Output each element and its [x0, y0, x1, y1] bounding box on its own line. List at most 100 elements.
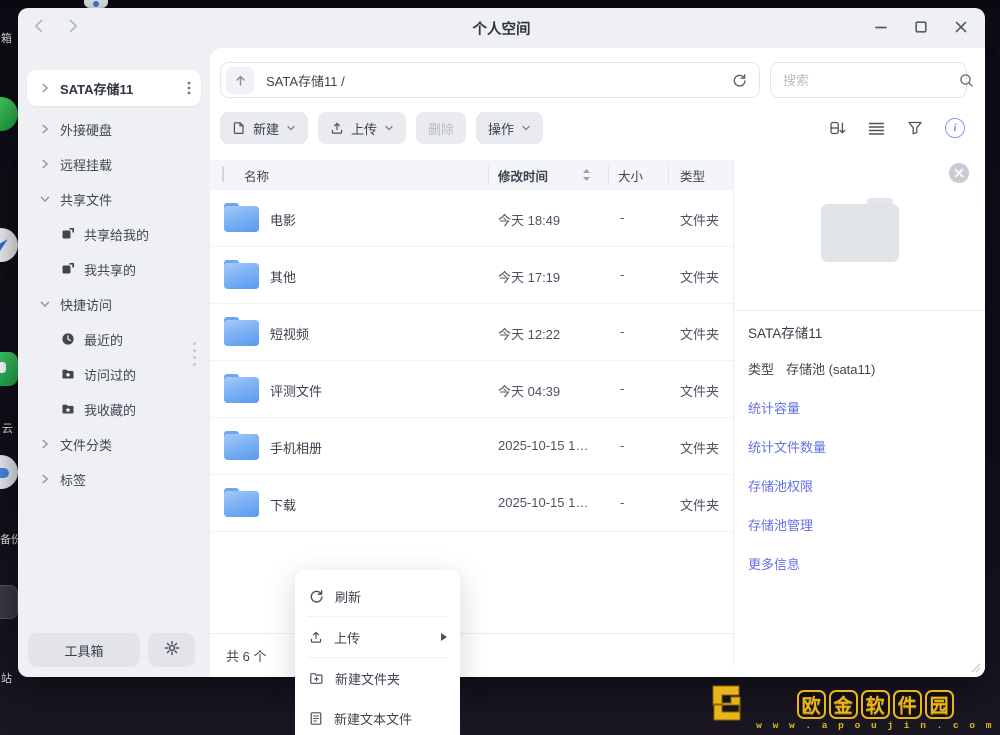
- desktop-app-icon-green[interactable]: [0, 97, 18, 131]
- table-row[interactable]: 评测文件 今天 04:39 - 文件夹: [210, 361, 733, 418]
- file-name[interactable]: 电影: [270, 210, 296, 229]
- watermark-char: 件: [892, 690, 922, 719]
- menu-item-new-folder[interactable]: 新建文件夹: [295, 658, 460, 698]
- folder-plus-icon: [309, 671, 324, 686]
- link-pool-permissions[interactable]: 存储池权限: [748, 476, 975, 495]
- desktop-cloud-icon[interactable]: [0, 455, 18, 489]
- chevron-right-icon: [39, 473, 51, 485]
- menu-item-label: 新建文件夹: [335, 671, 401, 687]
- menu-item-refresh[interactable]: 刷新: [295, 576, 460, 616]
- upload-icon: [330, 121, 344, 135]
- info-type-value: 存储池 (sata11): [786, 362, 876, 377]
- panel-close-button[interactable]: [949, 163, 969, 183]
- sidebar-item-label: 快捷访问: [60, 297, 113, 313]
- new-file-icon: [232, 121, 246, 135]
- sidebar-item-quick-access[interactable]: 快捷访问: [27, 289, 201, 319]
- file-name[interactable]: 其他: [270, 267, 296, 286]
- actions-button[interactable]: 操作: [476, 112, 544, 144]
- gear-icon: [164, 640, 180, 661]
- desktop-terminal-icon[interactable]: [0, 585, 18, 619]
- info-panel: SATA存储11 类型 存储池 (sata11) 统计容量 统计文件数量 存储池…: [734, 160, 985, 677]
- header-name[interactable]: 名称: [244, 166, 269, 185]
- menu-item-upload[interactable]: 上传: [295, 617, 460, 657]
- window-title: 个人空间: [472, 21, 531, 38]
- item-count: 共 6 个: [226, 649, 267, 664]
- file-modified: 今天 17:19: [498, 270, 561, 285]
- header-modified[interactable]: 修改时间: [498, 166, 548, 185]
- sidebar-item-shared-files[interactable]: 共享文件: [27, 184, 201, 214]
- search-input[interactable]: [783, 72, 959, 88]
- link-stat-capacity[interactable]: 统计容量: [748, 398, 975, 417]
- sidebar-item-external-disk[interactable]: 外接硬盘: [27, 114, 201, 144]
- search-field[interactable]: [770, 62, 973, 98]
- link-stat-file-count[interactable]: 统计文件数量: [748, 437, 975, 456]
- header-size[interactable]: 大小: [618, 166, 643, 185]
- close-button[interactable]: [952, 18, 969, 35]
- file-name[interactable]: 短视频: [270, 324, 309, 343]
- file-name[interactable]: 手机相册: [270, 438, 322, 457]
- sidebar-item-favorites[interactable]: 我收藏的: [27, 394, 201, 424]
- sidebar-item-shared-with-me[interactable]: 共享给我的: [27, 219, 201, 249]
- go-up-button[interactable]: [226, 66, 254, 94]
- dock-app-icon[interactable]: [84, 0, 108, 8]
- header-type[interactable]: 类型: [680, 166, 705, 185]
- more-options-icon[interactable]: [187, 80, 191, 96]
- sidebar-item-file-categories[interactable]: 文件分类: [27, 429, 201, 459]
- settings-button[interactable]: [148, 633, 195, 667]
- filter-icon[interactable]: [907, 120, 923, 136]
- table-row[interactable]: 其他 今天 17:19 - 文件夹: [210, 247, 733, 304]
- sidebar-item-visited[interactable]: 访问过的: [27, 359, 201, 389]
- link-more-info[interactable]: 更多信息: [748, 554, 975, 573]
- file-modified: 2025-10-15 1…: [498, 495, 589, 510]
- list-view-icon[interactable]: [868, 121, 885, 136]
- sidebar-item-label: 我收藏的: [84, 402, 137, 418]
- submenu-arrow-icon: [441, 633, 447, 641]
- sidebar-item-shared-by-me[interactable]: 我共享的: [27, 254, 201, 284]
- file-name[interactable]: 下载: [270, 495, 296, 514]
- chevron-right-icon: [39, 123, 51, 135]
- sidebar-item-recent[interactable]: 最近的: [27, 324, 201, 354]
- sort-icon[interactable]: [829, 120, 846, 137]
- window-resize-grip[interactable]: [970, 662, 980, 672]
- sort-arrows-icon[interactable]: [582, 168, 591, 185]
- clock-icon: [61, 332, 75, 346]
- delete-button[interactable]: 删除: [416, 112, 467, 144]
- divider: [734, 310, 985, 311]
- watermark-logo-icon: [705, 680, 751, 731]
- desktop-browser-icon[interactable]: [0, 228, 18, 262]
- sidebar-item-sata-storage[interactable]: SATA存储11: [27, 70, 201, 106]
- file-size: -: [620, 324, 625, 339]
- refresh-icon[interactable]: [732, 73, 747, 88]
- toolbox-button[interactable]: 工具箱: [28, 633, 140, 667]
- table-row[interactable]: 短视频 今天 12:22 - 文件夹: [210, 304, 733, 361]
- table-row[interactable]: 下载 2025-10-15 1… - 文件夹: [210, 475, 733, 532]
- upload-button[interactable]: 上传: [318, 112, 407, 144]
- search-icon[interactable]: [959, 73, 974, 88]
- folder-preview-icon: [820, 198, 899, 262]
- titlebar: 个人空间: [18, 8, 985, 48]
- watermark-char: 园: [924, 690, 954, 719]
- table-row[interactable]: 手机相册 2025-10-15 1… - 文件夹: [210, 418, 733, 475]
- folder-star-icon: [61, 402, 75, 416]
- new-button[interactable]: 新建: [220, 112, 309, 144]
- sidebar-item-remote-mount[interactable]: 远程挂载: [27, 149, 201, 179]
- desktop-chat-icon[interactable]: [0, 352, 18, 386]
- breadcrumb[interactable]: SATA存储11 /: [220, 62, 760, 98]
- info-icon[interactable]: i: [945, 118, 965, 138]
- chevron-right-icon[interactable]: [39, 82, 51, 94]
- file-size: -: [620, 381, 625, 396]
- select-all-checkbox[interactable]: [222, 166, 224, 182]
- link-pool-management[interactable]: 存储池管理: [748, 515, 975, 534]
- file-size: -: [620, 267, 625, 282]
- maximize-button[interactable]: [912, 18, 929, 35]
- table-row[interactable]: 电影 今天 18:49 - 文件夹: [210, 190, 733, 247]
- share-icon: [61, 262, 75, 276]
- watermark-char: 金: [828, 690, 858, 719]
- breadcrumb-path[interactable]: SATA存储11 /: [266, 71, 732, 90]
- panel-resize-handle[interactable]: [193, 342, 196, 366]
- sidebar-item-tags[interactable]: 标签: [27, 464, 201, 494]
- menu-item-label: 新建文本文件: [334, 711, 413, 727]
- menu-item-new-text-file[interactable]: 新建文本文件: [295, 698, 460, 735]
- minimize-button[interactable]: [872, 18, 889, 35]
- file-name[interactable]: 评测文件: [270, 381, 322, 400]
